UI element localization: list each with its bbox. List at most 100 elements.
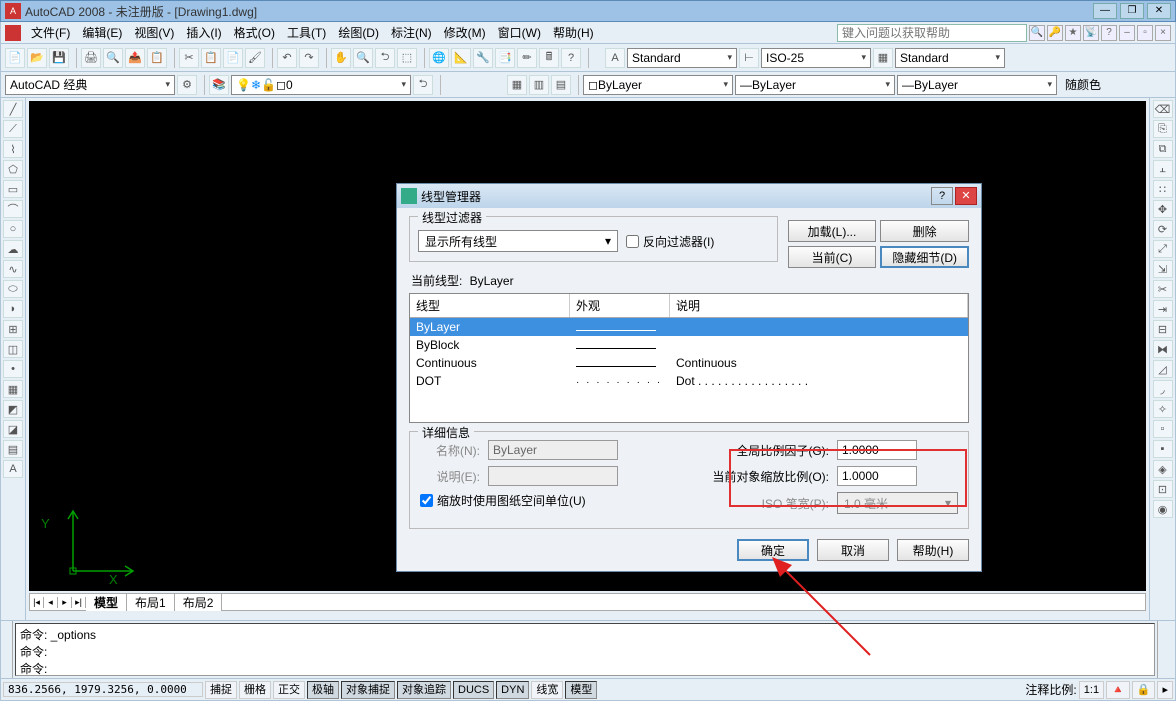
menu-file[interactable]: 文件(F) — [25, 24, 76, 41]
open-icon[interactable]: 📂 — [27, 48, 47, 68]
invert-filter-checkbox[interactable]: 反向过滤器(I) — [626, 233, 714, 250]
tablestyle-combo[interactable]: Standard▾ — [895, 48, 1005, 68]
polar-toggle[interactable]: 极轴 — [307, 681, 339, 699]
tablestyle-icon[interactable]: ▦ — [873, 48, 893, 68]
hatch-icon[interactable]: ▦ — [3, 380, 23, 398]
cut-icon[interactable]: ✂ — [179, 48, 199, 68]
command-history[interactable]: 命令: _options 命令: 命令: — [15, 623, 1155, 676]
menu-insert[interactable]: 插入(I) — [180, 24, 227, 41]
table-row[interactable]: ByBlock — [410, 336, 968, 354]
point-icon[interactable]: • — [3, 360, 23, 378]
trim-icon[interactable]: ✂ — [1153, 280, 1173, 298]
star-icon[interactable]: ★ — [1065, 25, 1081, 41]
delete-button[interactable]: 删除 — [880, 220, 969, 242]
tab-layout1[interactable]: 布局1 — [127, 594, 175, 611]
save-icon[interactable]: 💾 — [49, 48, 69, 68]
markup-icon[interactable]: ✏ — [517, 48, 537, 68]
design-icon[interactable]: 📐 — [451, 48, 471, 68]
undo-icon[interactable]: ↶ — [277, 48, 297, 68]
layermgr-icon[interactable]: 📚 — [209, 75, 229, 95]
filter-combo[interactable]: 显示所有线型▾ — [418, 230, 618, 252]
stretch-icon[interactable]: ⇲ — [1153, 260, 1173, 278]
pline-icon[interactable]: ⌇ — [3, 140, 23, 158]
tab-prev-icon[interactable]: ◂ — [44, 597, 58, 608]
key-icon[interactable]: 🔑 — [1047, 25, 1063, 41]
tab-first-icon[interactable]: |◂ — [30, 597, 44, 608]
layertool1-icon[interactable]: ▦ — [507, 75, 527, 95]
doc-minimize-icon[interactable]: – — [1119, 25, 1135, 41]
annoscale-icon[interactable]: 🔺 — [1106, 681, 1130, 699]
col-desc[interactable]: 说明 — [670, 294, 968, 317]
paperspace-checkbox[interactable]: 缩放时使用图纸空间单位(U) — [420, 492, 679, 509]
wsgear-icon[interactable]: ⚙ — [177, 75, 197, 95]
join-icon[interactable]: ⧓ — [1153, 340, 1173, 358]
dimstyle-icon[interactable]: ⊢ — [739, 48, 759, 68]
circle-icon[interactable]: ○ — [3, 220, 23, 238]
table-row[interactable]: DOT· · · · · · · · ·Dot . . . . . . . . … — [410, 372, 968, 390]
menu-modify[interactable]: 修改(M) — [438, 24, 492, 41]
linetype-combo[interactable]: — ByLayer▾ — [735, 75, 895, 95]
array-icon[interactable]: ∷ — [1153, 180, 1173, 198]
satellite-icon[interactable]: 📡 — [1083, 25, 1099, 41]
menu-view[interactable]: 视图(V) — [128, 24, 180, 41]
copy2-icon[interactable]: ⎘ — [1153, 120, 1173, 138]
zoom-rt-icon[interactable]: 🔍 — [353, 48, 373, 68]
cmd-grip[interactable] — [1, 621, 13, 678]
menu-help[interactable]: 帮助(H) — [547, 24, 600, 41]
scale-icon[interactable]: ⤢ — [1153, 240, 1173, 258]
tab-layout2[interactable]: 布局2 — [175, 594, 223, 611]
cancel-button[interactable]: 取消 — [817, 539, 889, 561]
misc4-icon[interactable]: ⊡ — [1153, 480, 1173, 498]
misc1-icon[interactable]: ▫ — [1153, 420, 1173, 438]
hide-details-button[interactable]: 隐藏细节(D) — [880, 246, 969, 268]
layertool2-icon[interactable]: ▥ — [529, 75, 549, 95]
menu-tools[interactable]: 工具(T) — [281, 24, 332, 41]
linetype-table[interactable]: 线型 外观 说明 ByLayer ByBlock ContinuousConti… — [409, 293, 969, 423]
ducs-toggle[interactable]: DUCS — [453, 681, 494, 699]
line-icon[interactable]: ╱ — [3, 100, 23, 118]
menu-draw[interactable]: 绘图(D) — [332, 24, 385, 41]
rect-icon[interactable]: ▭ — [3, 180, 23, 198]
arc-icon[interactable]: ⌒ — [3, 200, 23, 218]
calc-icon[interactable]: 🖩 — [539, 48, 559, 68]
dwf-icon[interactable]: 🌐 — [429, 48, 449, 68]
block-icon[interactable]: ◫ — [3, 340, 23, 358]
minimize-button[interactable]: — — [1093, 3, 1117, 19]
menu-dimension[interactable]: 标注(N) — [385, 24, 438, 41]
layertool3-icon[interactable]: ▤ — [551, 75, 571, 95]
scale-value[interactable]: 1:1 — [1079, 681, 1104, 699]
ellipsearc-icon[interactable]: ◗ — [3, 300, 23, 318]
print-icon[interactable]: 🖨 — [81, 48, 101, 68]
offset-icon[interactable]: ⫠ — [1153, 160, 1173, 178]
search-icon[interactable]: 🔍 — [1029, 25, 1045, 41]
dialog-close-icon[interactable]: ✕ — [955, 187, 977, 205]
doc-close-icon[interactable]: × — [1155, 25, 1171, 41]
tab-model[interactable]: 模型 — [86, 594, 127, 611]
close-button[interactable]: ✕ — [1147, 3, 1171, 19]
dialog-help-icon[interactable]: ? — [931, 187, 953, 205]
paste-icon[interactable]: 📄 — [223, 48, 243, 68]
ellipse-icon[interactable]: ⬭ — [3, 280, 23, 298]
gradient-icon[interactable]: ◩ — [3, 400, 23, 418]
mirror-icon[interactable]: ⧉ — [1153, 140, 1173, 158]
col-appearance[interactable]: 外观 — [570, 294, 670, 317]
lwt-toggle[interactable]: 线宽 — [531, 681, 563, 699]
snap-toggle[interactable]: 捕捉 — [205, 681, 237, 699]
layer-combo[interactable]: 💡❄🔓◻ 0▾ — [231, 75, 411, 95]
tab-last-icon[interactable]: ▸| — [72, 597, 86, 608]
pan-icon[interactable]: ✋ — [331, 48, 351, 68]
break-icon[interactable]: ⊟ — [1153, 320, 1173, 338]
rotate-icon[interactable]: ⟳ — [1153, 220, 1173, 238]
match-icon[interactable]: 🖌 — [245, 48, 265, 68]
model-toggle[interactable]: 模型 — [565, 681, 597, 699]
dyn-toggle[interactable]: DYN — [496, 681, 529, 699]
menu-edit[interactable]: 编辑(E) — [76, 24, 128, 41]
maximize-button[interactable]: ❐ — [1120, 3, 1144, 19]
new-icon[interactable]: 📄 — [5, 48, 25, 68]
revcloud-icon[interactable]: ☁ — [3, 240, 23, 258]
ortho-toggle[interactable]: 正交 — [273, 681, 305, 699]
lineweight-combo[interactable]: — ByLayer▾ — [897, 75, 1057, 95]
preview-icon[interactable]: 🔍 — [103, 48, 123, 68]
zoom-prev-icon[interactable]: ⮌ — [375, 48, 395, 68]
menu-window[interactable]: 窗口(W) — [492, 24, 547, 41]
